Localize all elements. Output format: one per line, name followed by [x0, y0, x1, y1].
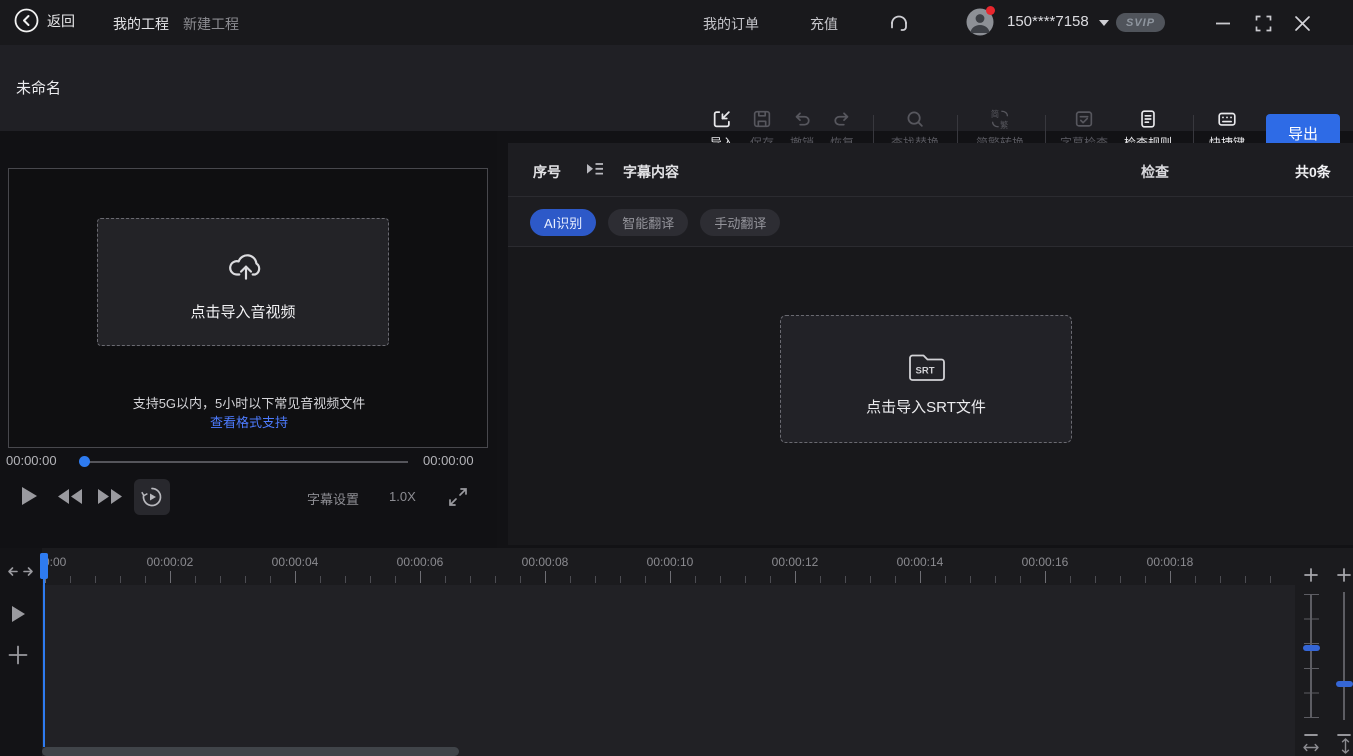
- seek-bar[interactable]: [84, 461, 408, 463]
- top-bar: 返回 我的工程 新建工程 我的订单 充值 150****7158 SVIP: [0, 0, 1353, 45]
- index-column-header: 序号: [533, 162, 561, 182]
- maximize-icon: [1255, 15, 1272, 32]
- timeline-left-rail: [0, 548, 42, 756]
- nav-new-project[interactable]: 新建工程: [183, 14, 239, 34]
- account-number[interactable]: 150****7158: [1007, 13, 1089, 30]
- vzoom-increase-button[interactable]: [1337, 568, 1351, 587]
- timeline-tick-label: 00:00:16: [1022, 555, 1069, 569]
- import-media-dropzone[interactable]: 点击导入音视频: [97, 218, 389, 346]
- timeline-track[interactable]: [42, 585, 1295, 756]
- notification-dot: [986, 6, 995, 15]
- loop-play-icon: [141, 486, 163, 508]
- svg-text:简: 简: [991, 109, 999, 119]
- timeline-section: 0:00 00:00:0200:00:0400:00:0600:00:0800:…: [0, 548, 1353, 756]
- search-icon: [885, 108, 945, 132]
- subtitle-list-header: 序号 字幕内容 检查 共0条: [508, 143, 1353, 197]
- nav-my-projects[interactable]: 我的工程: [113, 14, 169, 34]
- timeline-tick-label: 00:00:14: [897, 555, 944, 569]
- timeline-horizontal-scrollbar[interactable]: [42, 747, 459, 756]
- current-time: 00:00:00: [6, 453, 57, 468]
- subtitle-editor-app: 返回 我的工程 新建工程 我的订单 充值 150****7158 SVIP: [0, 0, 1353, 756]
- editor-toolbar: 未命名 导入 保存 撤销: [0, 45, 1353, 131]
- vzoom-slider-handle[interactable]: [1336, 681, 1353, 687]
- srt-icon-label: SRT: [916, 366, 935, 377]
- hzoom-slider-handle[interactable]: [1303, 645, 1320, 651]
- format-support-link[interactable]: 查看格式支持: [9, 412, 489, 431]
- subtitle-mode-tabs: AI识别智能翻译手动翻译: [530, 197, 1353, 247]
- check-action[interactable]: 检查: [1141, 162, 1169, 182]
- video-preview-area: 点击导入音视频 支持5G以内，5小时以下常见音视频文件 查看格式支持: [8, 168, 488, 448]
- video-player-panel: 点击导入音视频 支持5G以内，5小时以下常见音视频文件 查看格式支持 00:00…: [0, 131, 497, 548]
- back-button[interactable]: 返回: [14, 8, 75, 33]
- subtitle-mode-tab[interactable]: AI识别: [530, 209, 596, 236]
- subtitle-settings-button[interactable]: 字幕设置: [307, 489, 359, 508]
- upload-media-title: 点击导入音视频: [98, 301, 388, 322]
- svg-text:繁: 繁: [1000, 120, 1008, 130]
- cloud-upload-icon: [226, 247, 266, 287]
- loop-play-button[interactable]: [134, 479, 170, 515]
- playhead-line: [43, 553, 45, 747]
- follow-playback-icon[interactable]: [585, 160, 605, 183]
- expand-icon: [448, 487, 468, 507]
- playback-speed-button[interactable]: 1.0X: [389, 489, 416, 504]
- avatar[interactable]: [966, 8, 994, 36]
- timeline-tick-label: 00:00:06: [397, 555, 444, 569]
- timeline-play-button[interactable]: [11, 605, 26, 628]
- ruler-major-ticks: [45, 571, 1290, 583]
- hzoom-axis-icon: [1302, 740, 1320, 756]
- timeline-tick-label: 00:00:12: [772, 555, 819, 569]
- vzoom-axis-icon: [1340, 737, 1351, 756]
- close-button[interactable]: [1292, 13, 1312, 33]
- subtitle-mode-tab[interactable]: 智能翻译: [608, 209, 688, 236]
- rules-doc-icon: [1118, 108, 1178, 132]
- playhead-handle[interactable]: [40, 553, 48, 579]
- support-headset-icon[interactable]: [886, 9, 912, 40]
- timeline-tick-label: 00:00:10: [647, 555, 694, 569]
- subtitle-mode-tab[interactable]: 手动翻译: [700, 209, 780, 236]
- subtitle-count: 共0条: [1295, 162, 1331, 182]
- hzoom-slider-line: [1310, 594, 1312, 718]
- back-label: 返回: [47, 11, 75, 31]
- convert-chars-icon: 简 繁: [970, 108, 1030, 132]
- import-srt-dropzone[interactable]: SRT 点击导入SRT文件: [780, 315, 1072, 443]
- toolbar-divider: [1193, 115, 1194, 145]
- minimize-icon: [1215, 15, 1231, 31]
- srt-upload-title: 点击导入SRT文件: [781, 396, 1071, 417]
- rewind-button[interactable]: [57, 488, 83, 510]
- toolbar-divider: [873, 115, 874, 145]
- svip-badge: SVIP: [1116, 13, 1165, 32]
- chevron-down-icon[interactable]: [1099, 20, 1109, 26]
- recharge-link[interactable]: 充值: [810, 14, 838, 34]
- timeline-tick-label: 00:00:04: [272, 555, 319, 569]
- horizontal-scroll-icon[interactable]: [7, 565, 34, 583]
- seek-handle[interactable]: [79, 456, 90, 467]
- timeline-tick-label: 00:00:02: [147, 555, 194, 569]
- project-title[interactable]: 未命名: [16, 77, 61, 98]
- subtitle-check-icon: [1054, 108, 1114, 132]
- add-track-button[interactable]: [8, 645, 28, 670]
- close-icon: [1294, 15, 1311, 32]
- timeline-tick-label: 00:00:18: [1147, 555, 1194, 569]
- redo-icon: [818, 108, 866, 132]
- play-button[interactable]: [21, 486, 38, 511]
- vzoom-slider-track[interactable]: [1343, 592, 1345, 720]
- maximize-button[interactable]: [1253, 13, 1273, 33]
- minimize-button[interactable]: [1213, 13, 1233, 33]
- fullscreen-button[interactable]: [448, 487, 468, 512]
- srt-folder-icon: SRT: [907, 352, 947, 383]
- keyboard-icon: [1199, 108, 1255, 132]
- subtitle-list-panel: 序号 字幕内容 检查 共0条 AI识别智能翻译手动翻译 SRT 点击导入SRT文…: [508, 143, 1353, 545]
- hzoom-increase-button[interactable]: [1304, 568, 1318, 587]
- content-column-header: 字幕内容: [623, 162, 679, 182]
- toolbar-divider: [957, 115, 958, 145]
- fast-forward-button[interactable]: [97, 488, 123, 510]
- my-orders-link[interactable]: 我的订单: [703, 14, 759, 34]
- back-circle-icon: [14, 8, 39, 33]
- upload-hint: 支持5G以内，5小时以下常见音视频文件: [9, 393, 489, 412]
- timeline-tick-label: 00:00:08: [522, 555, 569, 569]
- toolbar-divider: [1045, 115, 1046, 145]
- total-time: 00:00:00: [423, 453, 474, 468]
